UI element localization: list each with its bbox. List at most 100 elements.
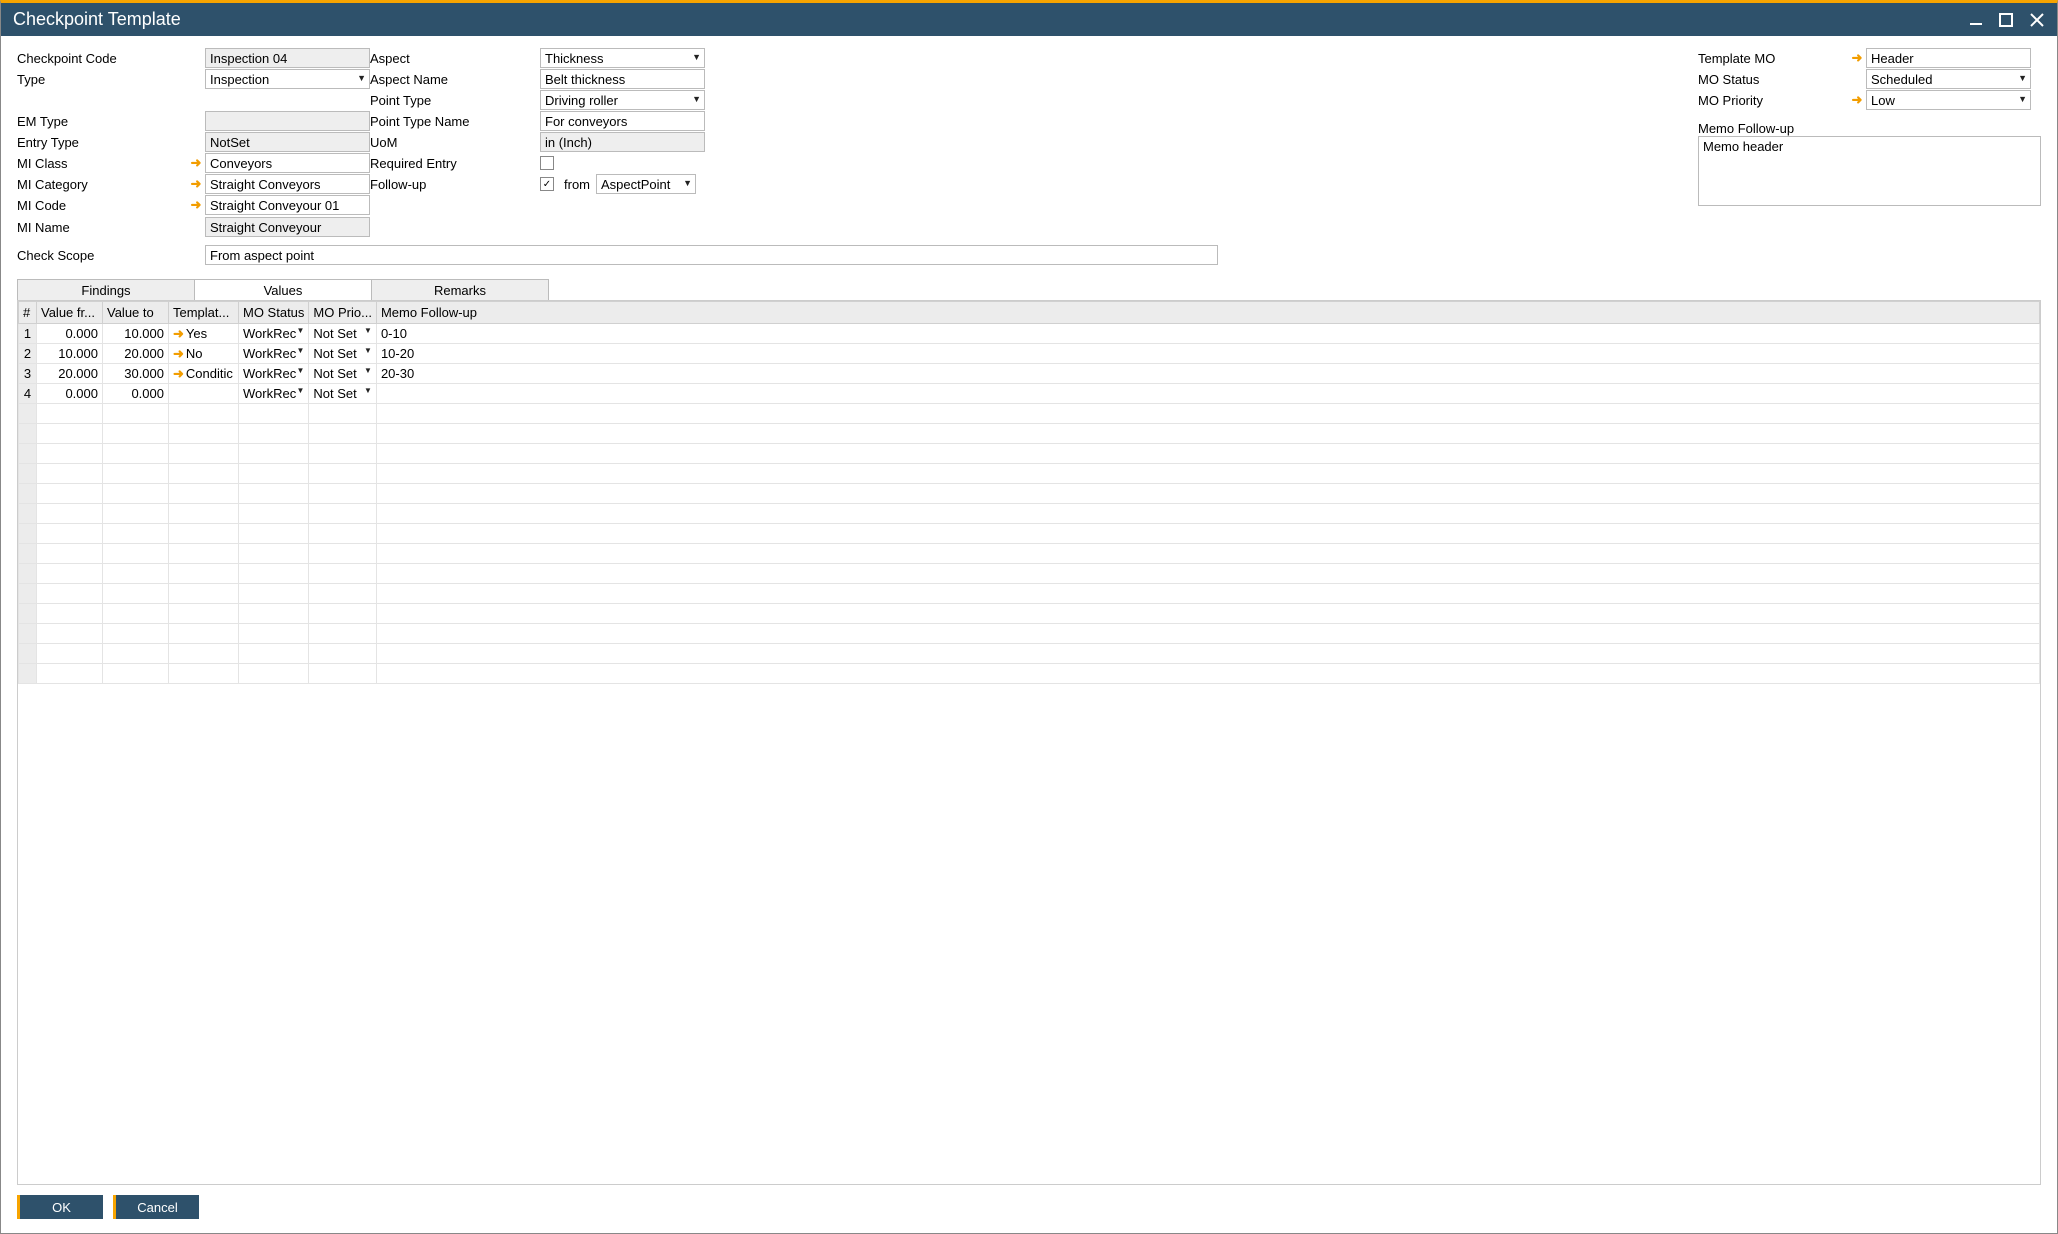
table-row[interactable]: 320.00030.000➜ConditicWorkRec▼Not Set▼20…: [19, 364, 2040, 384]
minimize-icon[interactable]: [1969, 12, 1985, 28]
checkpoint-code-input[interactable]: Inspection 04: [205, 48, 370, 68]
mo-status-label: MO Status: [1698, 72, 1848, 87]
chevron-down-icon[interactable]: ▼: [297, 366, 305, 375]
aspect-name-input[interactable]: Belt thickness: [540, 69, 705, 89]
link-arrow-icon[interactable]: ➜: [173, 326, 184, 341]
table-row[interactable]: 10.00010.000➜YesWorkRec▼Not Set▼0-10: [19, 324, 2040, 344]
point-type-name-label: Point Type Name: [370, 114, 540, 129]
mi-name-label: MI Name: [17, 220, 187, 235]
window-controls: [1969, 12, 2045, 28]
uom-input[interactable]: in (Inch): [540, 132, 705, 152]
tab-values[interactable]: Values: [194, 279, 372, 301]
em-type-label: EM Type: [17, 114, 187, 129]
mi-class-label: MI Class: [17, 156, 187, 171]
link-arrow-icon[interactable]: ➜: [173, 346, 184, 361]
table-row[interactable]: 210.00020.000➜NoWorkRec▼Not Set▼10-20: [19, 344, 2040, 364]
form-body: Checkpoint Code Inspection 04 Type Inspe…: [1, 36, 2057, 1185]
table-row[interactable]: [19, 524, 2040, 544]
col-value-to[interactable]: Value to: [103, 302, 169, 324]
chevron-down-icon[interactable]: ▼: [364, 326, 372, 335]
chevron-down-icon[interactable]: ▼: [683, 178, 692, 188]
mo-status-select[interactable]: Scheduled▼: [1866, 69, 2031, 89]
point-type-select[interactable]: Driving roller▼: [540, 90, 705, 110]
tab-remarks[interactable]: Remarks: [371, 279, 549, 301]
followup-from-select[interactable]: AspectPoint▼: [596, 174, 696, 194]
type-select[interactable]: Inspection▼: [205, 69, 370, 89]
check-scope-input[interactable]: From aspect point: [205, 245, 1218, 265]
table-row[interactable]: [19, 424, 2040, 444]
link-arrow-icon[interactable]: ➜: [1848, 92, 1866, 108]
table-row[interactable]: [19, 544, 2040, 564]
mo-priority-label: MO Priority: [1698, 93, 1848, 108]
table-row[interactable]: [19, 604, 2040, 624]
template-mo-input[interactable]: Header: [1866, 48, 2031, 68]
window: Checkpoint Template Checkpoint Code Insp…: [0, 0, 2058, 1234]
mi-category-label: MI Category: [17, 177, 187, 192]
followup-from-label: from: [564, 177, 590, 192]
table-row[interactable]: [19, 484, 2040, 504]
chevron-down-icon[interactable]: ▼: [364, 386, 372, 395]
table-row[interactable]: [19, 444, 2040, 464]
memo-followup-label: Memo Follow-up: [1698, 121, 2041, 136]
check-scope-label: Check Scope: [17, 248, 187, 263]
memo-followup-textarea[interactable]: [1698, 136, 2041, 206]
col-mo-priority[interactable]: MO Prio...: [309, 302, 377, 324]
table-row[interactable]: [19, 504, 2040, 524]
chevron-down-icon[interactable]: ▼: [297, 386, 305, 395]
aspect-select[interactable]: Thickness▼: [540, 48, 705, 68]
link-arrow-icon[interactable]: ➜: [1848, 50, 1866, 66]
mi-name-input[interactable]: Straight Conveyour: [205, 217, 370, 237]
values-grid[interactable]: # Value fr... Value to Templat... MO Sta…: [17, 300, 2041, 1185]
link-arrow-icon[interactable]: ➜: [187, 197, 205, 213]
mi-class-input[interactable]: Conveyors: [205, 153, 370, 173]
required-entry-checkbox[interactable]: [540, 156, 554, 170]
link-arrow-icon[interactable]: ➜: [187, 155, 205, 171]
followup-checkbox[interactable]: ✓: [540, 177, 554, 191]
table-row[interactable]: [19, 624, 2040, 644]
ok-button[interactable]: OK: [17, 1195, 103, 1219]
table-row[interactable]: [19, 564, 2040, 584]
close-icon[interactable]: [2029, 12, 2045, 28]
table-row[interactable]: [19, 584, 2040, 604]
type-label: Type: [17, 72, 187, 87]
chevron-down-icon[interactable]: ▼: [692, 52, 701, 62]
mi-code-label: MI Code: [17, 198, 187, 213]
aspect-name-label: Aspect Name: [370, 72, 540, 87]
mi-category-input[interactable]: Straight Conveyors: [205, 174, 370, 194]
chevron-down-icon[interactable]: ▼: [692, 94, 701, 104]
chevron-down-icon[interactable]: ▼: [2018, 94, 2027, 104]
table-row[interactable]: [19, 644, 2040, 664]
table-row[interactable]: 40.0000.000WorkRec▼Not Set▼: [19, 384, 2040, 404]
col-num[interactable]: #: [19, 302, 37, 324]
table-row[interactable]: [19, 664, 2040, 684]
mo-priority-select[interactable]: Low▼: [1866, 90, 2031, 110]
required-entry-label: Required Entry: [370, 156, 540, 171]
col-mo-status[interactable]: MO Status: [239, 302, 309, 324]
em-type-input[interactable]: [205, 111, 370, 131]
maximize-icon[interactable]: [1999, 12, 2015, 28]
table-row[interactable]: [19, 464, 2040, 484]
tabs-wrap: Findings Values Remarks # Value fr... Va…: [17, 279, 2041, 1185]
chevron-down-icon[interactable]: ▼: [297, 346, 305, 355]
col-value-from[interactable]: Value fr...: [37, 302, 103, 324]
chevron-down-icon[interactable]: ▼: [364, 366, 372, 375]
mi-code-input[interactable]: Straight Conveyour 01: [205, 195, 370, 215]
footer: OK Cancel: [1, 1185, 2057, 1233]
tab-findings[interactable]: Findings: [17, 279, 195, 301]
link-arrow-icon[interactable]: ➜: [187, 176, 205, 192]
chevron-down-icon[interactable]: ▼: [2018, 73, 2027, 83]
point-type-name-input[interactable]: For conveyors: [540, 111, 705, 131]
link-arrow-icon[interactable]: ➜: [173, 366, 184, 381]
grid-header-row: # Value fr... Value to Templat... MO Sta…: [19, 302, 2040, 324]
template-mo-label: Template MO: [1698, 51, 1848, 66]
table-row[interactable]: [19, 404, 2040, 424]
aspect-label: Aspect: [370, 51, 540, 66]
col-template[interactable]: Templat...: [169, 302, 239, 324]
col-memo-followup[interactable]: Memo Follow-up: [376, 302, 2039, 324]
cancel-button[interactable]: Cancel: [113, 1195, 199, 1219]
chevron-down-icon[interactable]: ▼: [297, 326, 305, 335]
chevron-down-icon[interactable]: ▼: [357, 73, 366, 83]
entry-type-input[interactable]: NotSet: [205, 132, 370, 152]
uom-label: UoM: [370, 135, 540, 150]
chevron-down-icon[interactable]: ▼: [364, 346, 372, 355]
